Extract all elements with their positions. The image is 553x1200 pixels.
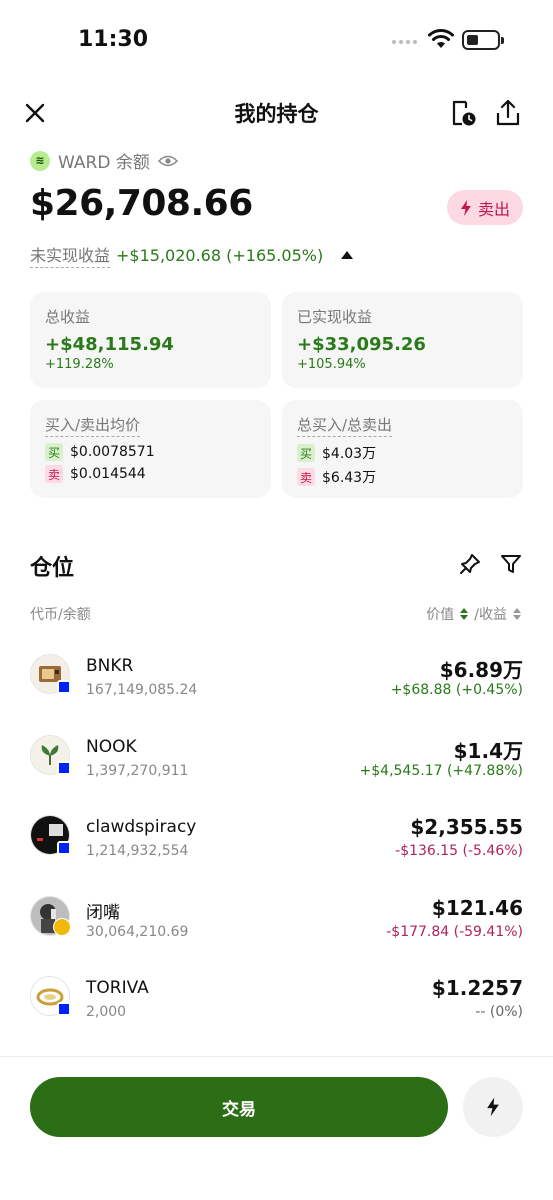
coin-amount: 1,397,270,911: [86, 763, 189, 779]
caret-up-icon[interactable]: [341, 251, 354, 259]
holding-row[interactable]: TORIVA 2,000 $1.2257 -- (0%): [0, 964, 553, 1044]
signal-icon: [392, 40, 417, 44]
card-label: 已实现收益: [297, 308, 373, 326]
sell-button-label: 卖出: [477, 201, 510, 219]
col-header-sort[interactable]: 价值 /收益: [426, 604, 523, 624]
lightning-icon: [460, 199, 471, 216]
balance-label-row: ≋ WARD 余额: [30, 148, 178, 173]
sell-row: 卖 $0.014544: [45, 465, 256, 483]
filter-icon[interactable]: [499, 552, 523, 576]
eye-icon[interactable]: [157, 154, 178, 168]
balance-label: WARD 余额: [58, 153, 150, 173]
card-label[interactable]: 买入/卖出均价: [45, 414, 141, 437]
nook-avatar: [30, 735, 71, 775]
holding-row[interactable]: NOOK 1,397,270,911 $1.4万 +$4,545.17 (+47…: [0, 723, 553, 803]
buy-tag: 买: [297, 444, 315, 462]
status-time: 11:30: [78, 27, 149, 52]
coin-value: $2,355.55: [410, 815, 523, 839]
coin-name: BNKR: [86, 656, 134, 676]
card-value: +$33,095.26: [297, 334, 426, 355]
clawdspiracy-avatar: [30, 815, 71, 855]
wifi-icon: [428, 29, 454, 48]
coin-amount: 167,149,085.24: [86, 682, 198, 698]
card-value: +$48,115.94: [45, 334, 174, 355]
buy-value: $0.0078571: [70, 444, 155, 460]
bizui-avatar: [30, 896, 71, 936]
coin-pnl: -- (0%): [475, 1004, 523, 1020]
toriva-avatar: [30, 976, 71, 1016]
coin-name: TORIVA: [86, 978, 149, 998]
coin-pnl: -$177.84 (-59.41%): [386, 924, 523, 940]
coin-pnl: +$4,545.17 (+47.88%): [359, 763, 523, 779]
bottom-bar: 交易: [0, 1056, 553, 1200]
buy-row: 买 $0.0078571: [45, 443, 256, 461]
avg-price-card: 买入/卖出均价 买 $0.0078571 卖 $0.014544: [30, 400, 271, 498]
coin-name: 闭嘴: [86, 903, 120, 923]
trade-button[interactable]: 交易: [30, 1077, 448, 1137]
sort-pnl-icon: [513, 608, 521, 620]
coin-value: $1.4万: [453, 739, 523, 763]
coin-name: NOOK: [86, 737, 137, 757]
holding-row[interactable]: 闭嘴 30,064,210.69 $121.46 -$177.84 (-59.4…: [0, 884, 553, 964]
col-header-pnl[interactable]: /收益: [474, 604, 507, 624]
total-pnl-card: 总收益 +$48,115.94 +119.28%: [30, 292, 271, 388]
bnb-chain-icon: [53, 918, 71, 936]
ward-token-icon: ≋: [30, 150, 50, 171]
buy-tag: 买: [45, 443, 63, 461]
col-header-token: 代币/余额: [30, 607, 91, 623]
battery-icon: [462, 30, 504, 50]
bnkr-avatar: [30, 654, 71, 694]
coin-value: $121.46: [431, 896, 523, 920]
coin-value: $6.89万: [439, 658, 523, 682]
header: 我的持仓: [0, 88, 553, 138]
unrealized-value: +$15,020.68 (+165.05%): [116, 245, 324, 265]
share-icon[interactable]: [494, 98, 522, 128]
positions-title: 仓位: [30, 556, 75, 581]
lightning-icon: [487, 1097, 499, 1117]
unrealized-label[interactable]: 未实现收益: [30, 242, 111, 268]
holding-row[interactable]: BNKR 167,149,085.24 $6.89万 +$68.88 (+0.4…: [0, 642, 553, 722]
sell-tag: 卖: [45, 465, 63, 483]
sort-value-icon: [460, 608, 469, 620]
sell-value: $0.014544: [70, 466, 146, 482]
sell-row: 卖 $6.43万: [297, 467, 508, 487]
quick-trade-button[interactable]: [463, 1077, 523, 1137]
base-chain-icon: [57, 841, 71, 855]
holding-row[interactable]: clawdspiracy 1,214,932,554 $2,355.55 -$1…: [0, 803, 553, 883]
buy-row: 买 $4.03万: [297, 443, 508, 463]
realized-pnl-card: 已实现收益 +$33,095.26 +105.94%: [282, 292, 523, 388]
total-trade-card: 总买入/总卖出 买 $4.03万 卖 $6.43万: [282, 400, 523, 498]
coin-pnl: -$136.15 (-5.46%): [395, 843, 523, 859]
card-label[interactable]: 总买入/总卖出: [297, 414, 393, 437]
col-header-value[interactable]: 价值: [426, 604, 454, 624]
base-chain-icon: [57, 680, 71, 694]
sell-button[interactable]: 卖出: [447, 190, 523, 225]
coin-amount: 30,064,210.69: [86, 924, 189, 940]
card-sub: +105.94%: [297, 357, 366, 372]
coin-name: clawdspiracy: [86, 817, 197, 837]
status-bar: 11:30: [0, 0, 553, 80]
coin-amount: 1,214,932,554: [86, 843, 189, 859]
history-icon[interactable]: [448, 98, 478, 128]
base-chain-icon: [57, 761, 71, 775]
coin-pnl: +$68.88 (+0.45%): [390, 682, 523, 698]
coin-value: $1.2257: [431, 976, 523, 1000]
buy-value: $4.03万: [322, 446, 377, 462]
card-sub: +119.28%: [45, 357, 114, 372]
balance-value: $26,708.66: [30, 183, 253, 224]
sell-value: $6.43万: [322, 470, 377, 486]
unrealized-row: 未实现收益 +$15,020.68 (+165.05%): [30, 242, 354, 268]
base-chain-icon: [57, 1002, 71, 1016]
pin-icon[interactable]: [458, 552, 482, 576]
coin-amount: 2,000: [86, 1004, 127, 1020]
sell-tag: 卖: [297, 468, 315, 486]
card-label: 总收益: [45, 308, 91, 326]
